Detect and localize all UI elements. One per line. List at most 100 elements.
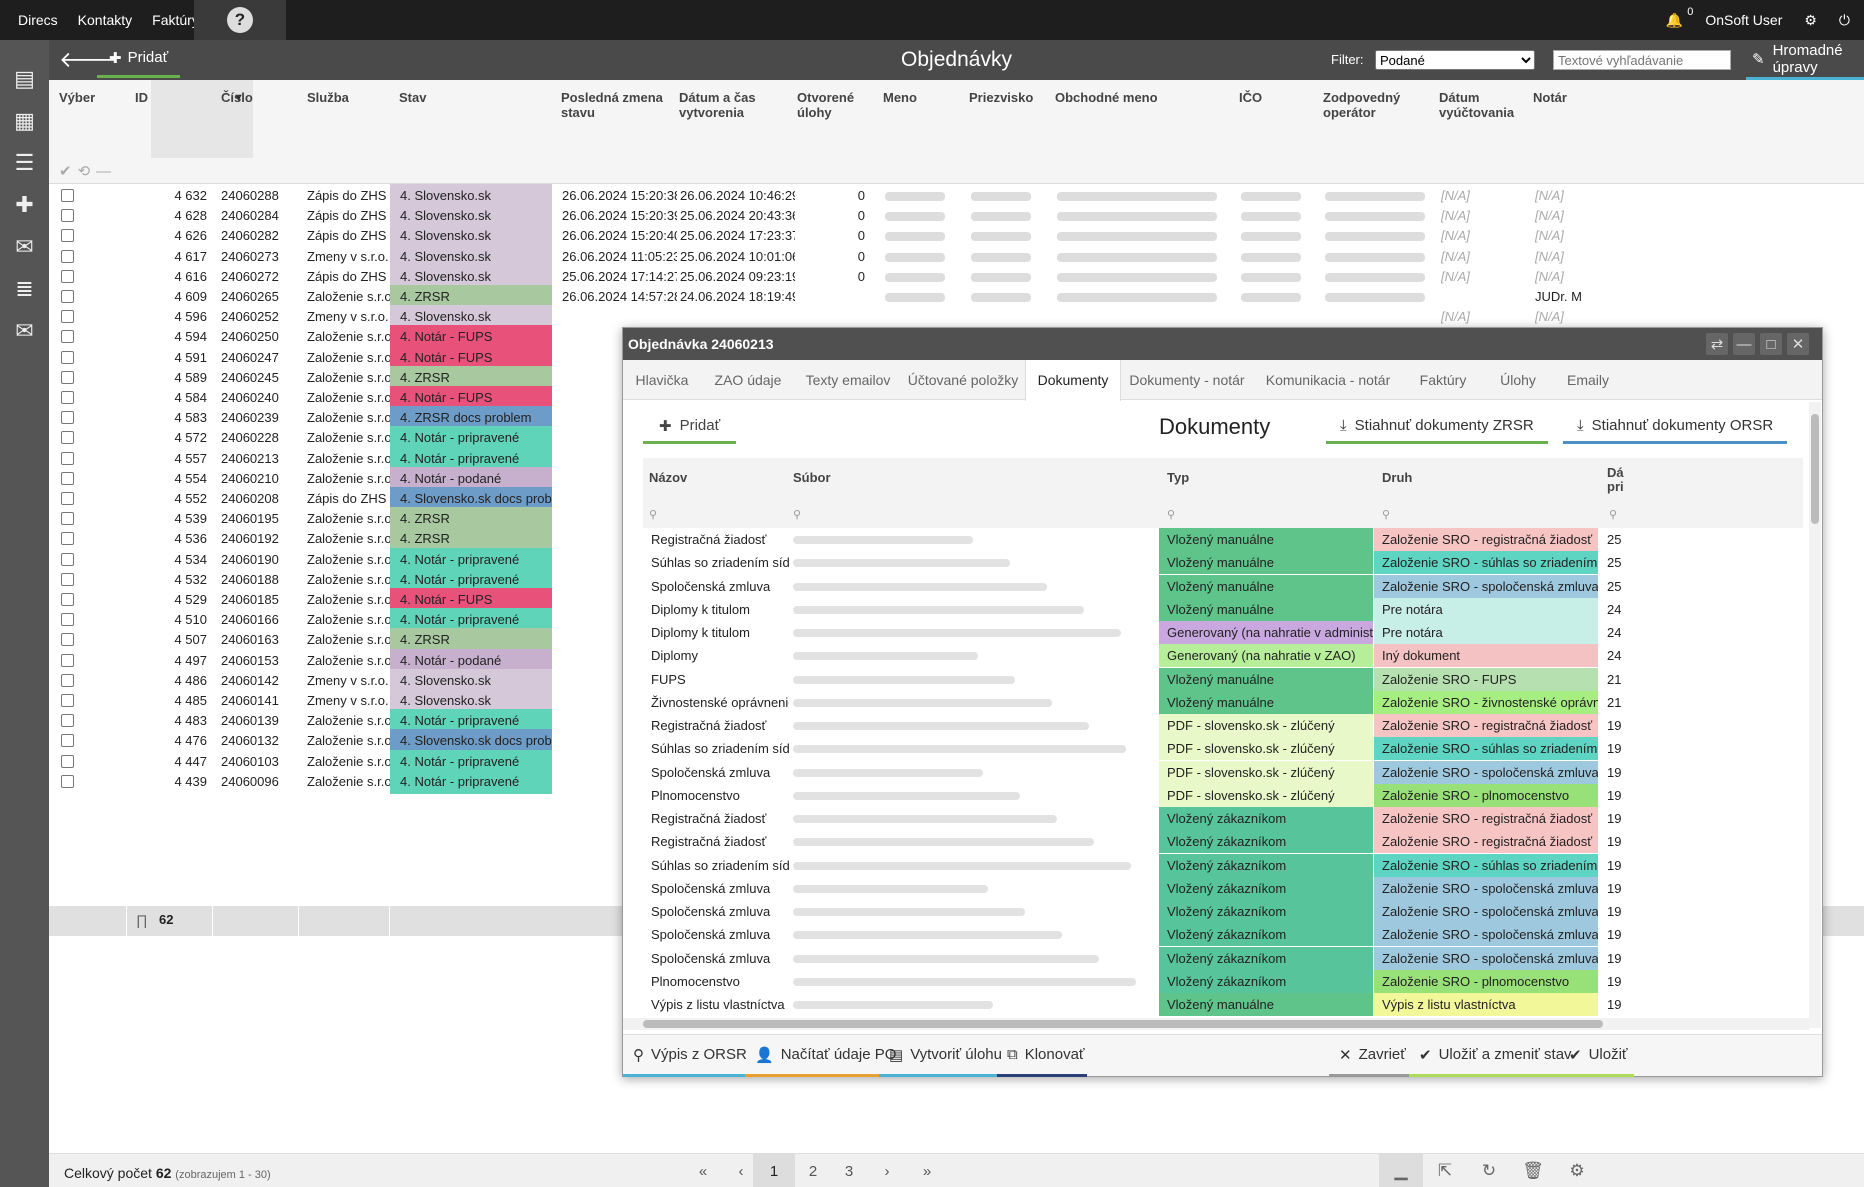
page-2[interactable]: 2 <box>795 1154 831 1187</box>
row-checkbox[interactable] <box>61 451 74 465</box>
puzzle-icon[interactable]: ✚ <box>0 184 49 226</box>
download-orsr-button[interactable]: ⤓ Stiahnuť dokumenty ORSR <box>1563 410 1788 444</box>
row-checkbox[interactable] <box>61 572 74 586</box>
tab-zao[interactable]: ZAO údaje <box>701 360 795 400</box>
col-obchodne[interactable]: Obchodné meno <box>1055 90 1158 105</box>
col-zmena[interactable]: Posledná zmena stavu <box>561 90 671 120</box>
col-vytvorenia[interactable]: Dátum a čas vytvorenia <box>679 90 779 120</box>
close-button[interactable]: ✕ Zavrieť <box>1329 1035 1416 1077</box>
save-button[interactable]: ✔ Uložiť <box>1559 1035 1634 1077</box>
tab-ulohy[interactable]: Úlohy <box>1483 360 1553 400</box>
document-row[interactable]: FUPS Vložený manuálne Založenie SRO - FUPS… <box>643 667 1803 691</box>
row-checkbox[interactable] <box>61 532 74 546</box>
row-checkbox[interactable] <box>61 290 74 303</box>
col-datum[interactable]: Dá pri <box>1607 466 1637 494</box>
row-checkbox[interactable] <box>61 269 74 283</box>
search-icon[interactable]: ⚲ <box>793 508 801 521</box>
row-checkbox[interactable] <box>61 229 74 243</box>
row-checkbox[interactable] <box>61 714 74 728</box>
document-row[interactable]: Diplomy k titulom Generovaný (na nahratie… <box>643 621 1803 644</box>
page-3[interactable]: 3 <box>831 1154 867 1187</box>
inbox-icon[interactable]: ✉ <box>0 226 49 268</box>
add-order-button[interactable]: ✚ Pridať <box>97 40 181 78</box>
row-checkbox[interactable] <box>61 734 74 748</box>
row-checkbox[interactable] <box>61 754 74 768</box>
row-checkbox[interactable] <box>61 370 74 384</box>
database-icon[interactable]: ≣ <box>0 268 49 310</box>
first-page-icon[interactable]: « <box>685 1154 721 1187</box>
nav-kontakty[interactable]: Kontakty <box>78 12 132 28</box>
page-1[interactable]: 1 <box>753 1154 795 1187</box>
user-name[interactable]: OnSoft User <box>1705 12 1782 28</box>
tab-emaily[interactable]: Emaily <box>1553 360 1623 400</box>
minimize-icon[interactable]: — <box>1733 333 1755 355</box>
bulk-edit-button[interactable]: ✎ Hromadné úpravy <box>1746 40 1864 80</box>
col-operator[interactable]: Zodpovedný operátor <box>1323 90 1413 120</box>
document-row[interactable]: Spoločenská zmluva Vložený zákazníkom Zalo… <box>643 876 1803 900</box>
row-checkbox[interactable] <box>61 471 74 485</box>
row-checkbox[interactable] <box>61 552 74 566</box>
search-icon[interactable]: ⚲ <box>1609 508 1617 521</box>
document-row[interactable]: Živnostenské oprávnenie Vložený manuálne Z… <box>643 690 1803 714</box>
search-input[interactable] <box>1553 50 1731 70</box>
row-checkbox[interactable] <box>61 593 74 606</box>
col-meno[interactable]: Meno <box>883 90 917 105</box>
row-checkbox[interactable] <box>61 350 74 364</box>
add-document-button[interactable]: ✚ Pridať <box>643 410 737 444</box>
last-page-icon[interactable]: » <box>907 1154 947 1187</box>
document-row[interactable]: Registračná žiadosť Vložený zákazníkom Zal… <box>643 807 1803 830</box>
tab-dokumenty-notar[interactable]: Dokumenty - notár <box>1121 360 1253 400</box>
col-druh[interactable]: Druh <box>1382 470 1412 485</box>
settings-icon[interactable]: ⚙ <box>1555 1154 1599 1187</box>
tab-faktury[interactable]: Faktúry <box>1403 360 1483 400</box>
document-row[interactable]: Spoločenská zmluva Vložený manuálne Založe… <box>643 574 1803 598</box>
row-checkbox[interactable] <box>61 330 74 344</box>
row-checkbox[interactable] <box>61 512 74 526</box>
tab-hlavicka[interactable]: Hlavička <box>623 360 701 400</box>
tab-dokumenty[interactable]: Dokumenty <box>1025 360 1121 401</box>
document-row[interactable]: Výpis z listu vlastníctva Vložený manuáln… <box>643 993 1803 1016</box>
help-button[interactable]: ? <box>194 0 286 40</box>
notifications-button[interactable]: 🔔 0 <box>1666 6 1693 29</box>
row-checkbox[interactable] <box>61 249 74 263</box>
settings-icon[interactable]: ⚙ <box>1804 12 1817 29</box>
document-row[interactable]: Diplomy Generovaný (na nahratie v ZAO) Iný… <box>643 644 1803 668</box>
export-icon[interactable]: ⇱ <box>1423 1154 1467 1187</box>
row-checkbox[interactable] <box>61 694 74 707</box>
select-tools-icon[interactable]: ✔⟲— <box>59 162 117 180</box>
row-checkbox[interactable] <box>61 613 74 627</box>
maximize-icon[interactable]: □ <box>1760 333 1782 355</box>
calendar-icon[interactable]: ▦ <box>0 100 49 142</box>
col-vyuctovania[interactable]: Dátum vyúčtovania <box>1439 90 1529 120</box>
row-checkbox[interactable] <box>61 633 74 647</box>
col-ulohy[interactable]: Otvorené úlohy <box>797 90 867 120</box>
col-cislo[interactable]: Číslo <box>221 90 253 105</box>
scroll-thumb[interactable] <box>1811 414 1819 524</box>
trash-icon[interactable]: 🗑 <box>1511 1154 1555 1187</box>
filter-select[interactable]: Podané <box>1375 50 1535 70</box>
row-checkbox[interactable] <box>61 411 74 425</box>
tab-komunikacia[interactable]: Komunikacia - notár <box>1253 360 1403 400</box>
document-row[interactable]: Plnomocenstvo PDF - slovensko.sk - zlúčen… <box>643 783 1803 807</box>
tab-polozky[interactable]: Účtované položky <box>901 360 1025 400</box>
search-icon[interactable]: ⚲ <box>649 508 657 521</box>
transfer-icon[interactable]: ⇄ <box>1706 333 1728 355</box>
document-row[interactable]: Diplomy k titulom Vložený manuálne Pre not… <box>643 597 1803 621</box>
row-checkbox[interactable] <box>61 673 74 687</box>
nav-faktury[interactable]: Faktúry <box>152 12 199 28</box>
document-row[interactable]: Spoločenská zmluva Vložený zákazníkom Zalo… <box>643 923 1803 947</box>
orders-icon[interactable]: ▤ <box>0 58 49 100</box>
col-stav[interactable]: Stav <box>399 90 426 105</box>
row-checkbox[interactable] <box>61 492 74 505</box>
document-row[interactable]: Súhlas so zriadením sídla Vložený zákazní… <box>643 853 1803 877</box>
orsr-extract-button[interactable]: ⚲ Výpis z ORSR <box>623 1035 757 1077</box>
col-vyber[interactable]: Výber <box>59 90 95 105</box>
document-row[interactable]: Registračná žiadosť PDF - slovensko.sk - … <box>643 714 1803 737</box>
document-row[interactable]: Súhlas so zriadením sídla PDF - slovensko… <box>643 737 1803 761</box>
refresh-icon[interactable]: ↻ <box>1467 1154 1511 1187</box>
next-page-icon[interactable]: › <box>867 1154 907 1187</box>
document-row[interactable]: Plnomocenstvo Vložený zákazníkom Založenie… <box>643 969 1803 993</box>
save-change-state-button[interactable]: ✔ Uložiť a zmeniť stav <box>1409 1035 1582 1077</box>
col-priezvisko[interactable]: Priezvisko <box>969 90 1033 105</box>
document-row[interactable]: Spoločenská zmluva PDF - slovensko.sk - z… <box>643 760 1803 784</box>
